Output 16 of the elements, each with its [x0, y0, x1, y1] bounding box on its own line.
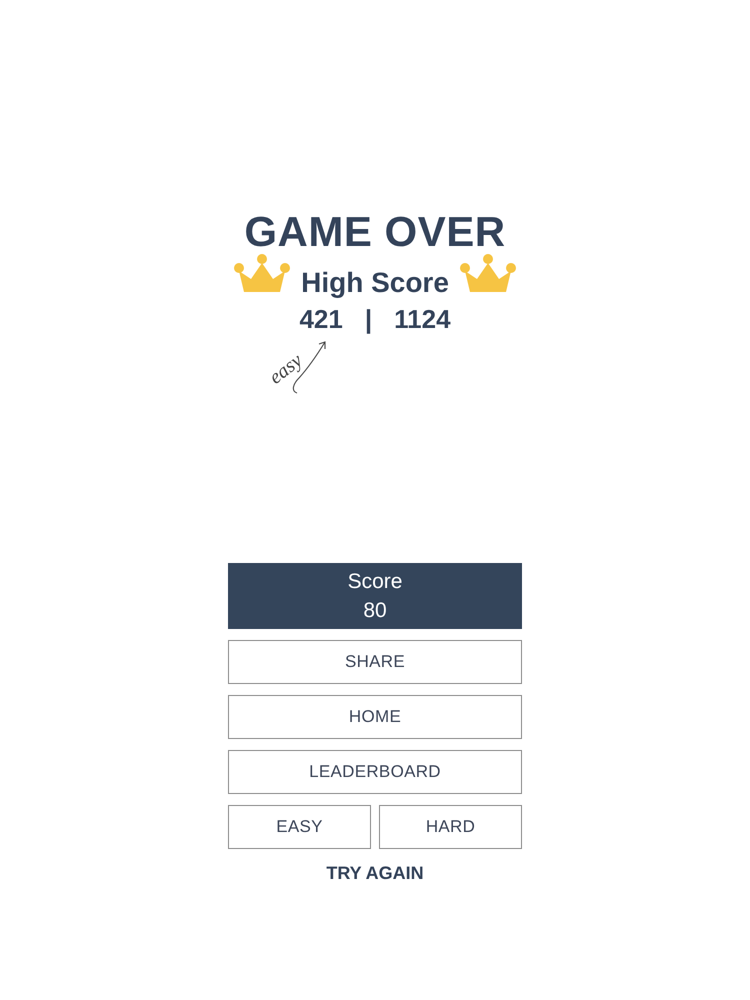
- score-value: 80: [363, 598, 387, 624]
- difficulty-button[interactable]: EASY: [228, 805, 371, 849]
- menu-button[interactable]: LEADERBOARD: [228, 750, 522, 794]
- crown-icon: [234, 254, 290, 292]
- separator: |: [364, 303, 372, 336]
- game-over-title: GAME OVER: [244, 207, 506, 257]
- handwritten-note: easy: [265, 349, 307, 389]
- try-again-label: TRY AGAIN: [325, 863, 425, 884]
- menu-button[interactable]: HOME: [228, 695, 522, 739]
- high-score-value: 421: [299, 303, 343, 336]
- crown-icon: [460, 254, 516, 292]
- high-score-value: 1124: [394, 303, 451, 336]
- menu-button[interactable]: SHARE: [228, 640, 522, 684]
- high-score-label: High Score: [301, 266, 449, 300]
- difficulty-button[interactable]: HARD: [379, 805, 522, 849]
- score-label: Score: [348, 569, 402, 595]
